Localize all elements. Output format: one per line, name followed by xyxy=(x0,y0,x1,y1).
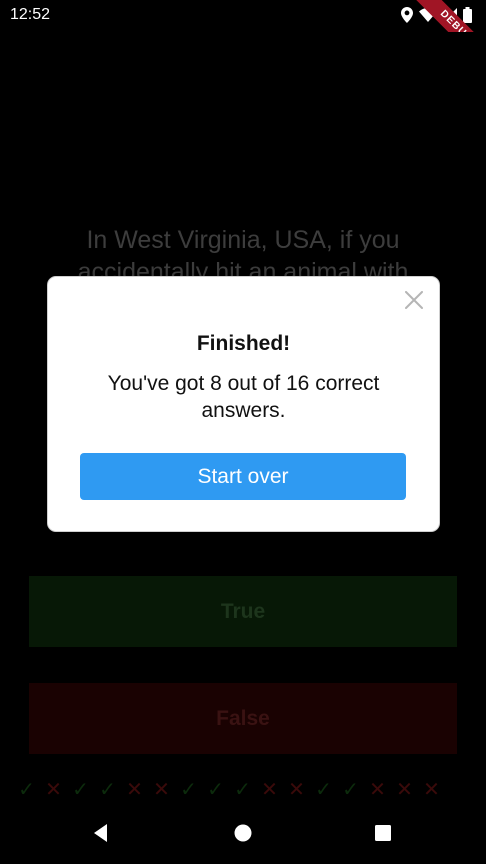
close-icon xyxy=(405,291,423,309)
close-button[interactable] xyxy=(401,287,427,313)
home-icon[interactable] xyxy=(232,822,254,844)
navigation-bar xyxy=(0,802,486,864)
finished-dialog: Finished! You've got 8 out of 16 correct… xyxy=(47,276,440,532)
dialog-message: You've got 8 out of 16 correct answers. xyxy=(107,372,380,422)
recents-icon[interactable] xyxy=(372,822,394,844)
start-over-button[interactable]: Start over xyxy=(80,453,406,500)
dialog-title: Finished! xyxy=(196,332,291,355)
back-icon[interactable] xyxy=(90,822,112,844)
modal-overlay[interactable]: Finished! You've got 8 out of 16 correct… xyxy=(0,0,486,864)
